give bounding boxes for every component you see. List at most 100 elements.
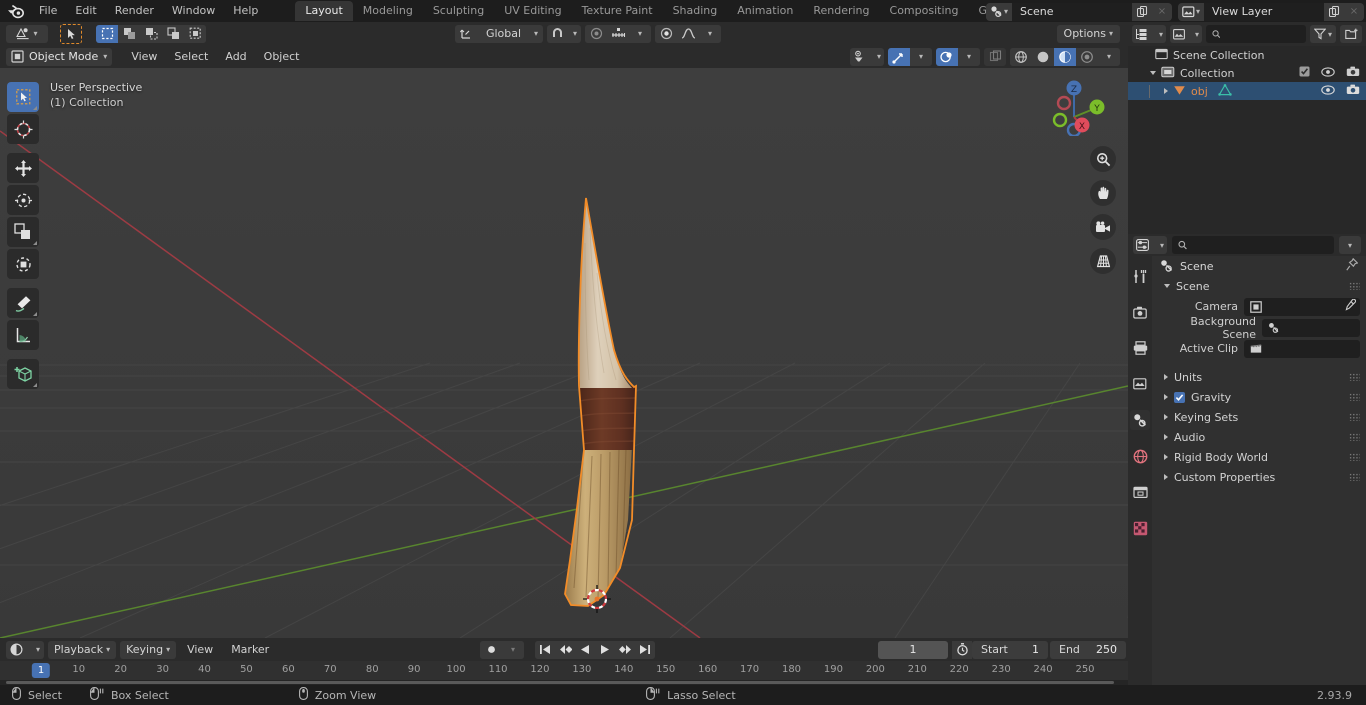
interaction-mode-dropdown[interactable]: Object Mode ▾ <box>6 47 113 66</box>
scene-selector[interactable]: ▾ Scene × <box>986 2 1172 21</box>
menu-file[interactable]: File <box>30 0 66 22</box>
collection-checkbox[interactable] <box>1299 66 1310 80</box>
gravity-checkbox[interactable] <box>1174 391 1185 403</box>
tab-layout[interactable]: Layout <box>295 1 353 21</box>
play-reverse-button[interactable] <box>575 640 595 659</box>
toggle-perspective-button[interactable] <box>1090 248 1116 274</box>
magnet-icon[interactable]: ▾ <box>547 24 581 43</box>
obj-camera-icon[interactable] <box>1346 84 1360 98</box>
transform-orientation-dropdown[interactable]: Global ▾ <box>455 24 543 43</box>
menu-edit[interactable]: Edit <box>66 0 105 22</box>
auto-keying-record-icon[interactable] <box>480 640 502 659</box>
id-type-icon[interactable]: ▾ <box>1170 25 1202 43</box>
collection-eye-icon[interactable] <box>1321 66 1335 80</box>
panel-grip-custom-properties[interactable] <box>1349 473 1360 481</box>
proportional-edit-icon[interactable] <box>585 24 607 43</box>
outliner-display-mode-icon[interactable]: ▾ <box>1132 25 1166 43</box>
add-cube-tool[interactable] <box>7 359 39 389</box>
unlink-scene-button[interactable]: × <box>1152 2 1172 21</box>
disclosure-triangle-obj[interactable] <box>1164 88 1168 94</box>
gizmo-dropdown-chevron[interactable]: ▾ <box>910 47 932 66</box>
properties-tab-texture[interactable] <box>1130 518 1150 538</box>
view-layer-selector[interactable]: ▾ View Layer × <box>1178 2 1364 21</box>
panel-grip-keying-sets[interactable] <box>1349 413 1360 421</box>
collection-camera-icon[interactable] <box>1346 66 1360 80</box>
select-invert-icon[interactable] <box>162 24 184 43</box>
properties-options-chevron[interactable]: ▾ <box>1339 236 1361 254</box>
jump-to-start-button[interactable] <box>535 640 555 659</box>
panel-grip-audio[interactable] <box>1349 433 1360 441</box>
tab-compositing[interactable]: Compositing <box>880 1 969 21</box>
panel-triangle-custom-properties[interactable] <box>1164 474 1168 480</box>
scene-name[interactable]: Scene <box>1012 2 1132 21</box>
new-collection-icon[interactable] <box>1340 25 1362 43</box>
overlays-icon[interactable] <box>936 47 958 66</box>
falloff-smooth-icon[interactable] <box>677 24 699 43</box>
menu-help[interactable]: Help <box>224 0 267 22</box>
select-subtract-icon[interactable] <box>140 24 162 43</box>
scene-icon[interactable]: ▾ <box>986 2 1012 21</box>
editor-type-3dview-icon[interactable]: ▾ <box>6 24 48 43</box>
falloff-dropdown-chevron[interactable]: ▾ <box>699 24 721 43</box>
tab-rendering[interactable]: Rendering <box>803 1 879 21</box>
panel-grip-gravity[interactable] <box>1349 393 1360 401</box>
auto-keying-dropdown-chevron[interactable]: ▾ <box>502 640 524 659</box>
new-scene-button[interactable] <box>1132 2 1152 21</box>
shading-rendered-icon[interactable] <box>1076 47 1098 66</box>
cursor-tool[interactable] <box>7 114 39 144</box>
properties-tab-tool[interactable] <box>1130 266 1150 286</box>
pivot-point-icon[interactable] <box>655 24 677 43</box>
properties-tab-scene[interactable] <box>1130 410 1150 430</box>
properties-tab-view-layer[interactable] <box>1130 374 1150 394</box>
viewport-menu-object[interactable]: Object <box>257 48 307 66</box>
disclosure-triangle-collection[interactable] <box>1150 71 1156 75</box>
navigation-gizmo[interactable]: Z Y X <box>1038 74 1108 136</box>
eyedropper-icon[interactable] <box>1344 298 1357 314</box>
properties-search-input[interactable] <box>1192 238 1328 252</box>
3d-viewport[interactable]: User Perspective (1) Collection Z Y X <box>0 68 1128 638</box>
panel-header-scene[interactable]: Scene <box>1152 276 1366 296</box>
select-extend-icon[interactable] <box>118 24 140 43</box>
properties-search-box[interactable] <box>1172 236 1334 254</box>
timeline-ruler[interactable]: 10 20 30 40 50 60 70 80 90 100 110 120 130 140 150 160 1… <box>0 661 1128 685</box>
outliner-row-obj[interactable]: obj <box>1128 82 1366 100</box>
mesh-data-icon[interactable] <box>1218 83 1232 99</box>
next-keyframe-button[interactable] <box>615 640 635 659</box>
tab-animation[interactable]: Animation <box>727 1 803 21</box>
outliner-search-input[interactable] <box>1225 27 1300 41</box>
select-intersect-icon[interactable] <box>184 24 206 43</box>
snap-dropdown-chevron[interactable]: ▾ <box>629 24 651 43</box>
tab-uv-editing[interactable]: UV Editing <box>494 1 571 21</box>
panel-grip-rigid-body-world[interactable] <box>1349 453 1360 461</box>
remove-view-layer-button[interactable]: × <box>1344 2 1364 21</box>
panel-triangle-scene[interactable] <box>1164 284 1170 288</box>
jump-to-end-button[interactable] <box>635 640 655 659</box>
panel-header-rigid-body-world[interactable]: Rigid Body World <box>1152 447 1366 467</box>
playhead[interactable]: 1 <box>31 663 51 678</box>
panel-header-audio[interactable]: Audio <box>1152 427 1366 447</box>
properties-tab-object[interactable] <box>1130 482 1150 502</box>
overlays-dropdown-chevron[interactable]: ▾ <box>958 47 980 66</box>
panel-triangle-units[interactable] <box>1164 374 1168 380</box>
tab-shading[interactable]: Shading <box>663 1 728 21</box>
field-camera[interactable] <box>1244 297 1360 316</box>
gizmo-icon[interactable] <box>888 47 910 66</box>
scale-tool[interactable] <box>7 217 39 247</box>
properties-tab-output[interactable] <box>1130 338 1150 358</box>
select-new-icon[interactable] <box>96 24 118 43</box>
panel-triangle-rigid-body-world[interactable] <box>1164 454 1168 460</box>
menu-render[interactable]: Render <box>106 0 163 22</box>
properties-tab-world[interactable] <box>1130 446 1150 466</box>
annotate-tool[interactable] <box>7 288 39 318</box>
timeline-scrollbar-thumb[interactable] <box>6 681 1114 684</box>
shading-solid-icon[interactable] <box>1032 47 1054 66</box>
current-frame-field[interactable]: 1 <box>878 640 948 659</box>
panel-triangle-audio[interactable] <box>1164 434 1168 440</box>
viewport-menu-view[interactable]: View <box>124 48 164 66</box>
funnel-filter-icon[interactable]: ▾ <box>1310 25 1336 43</box>
start-frame-field[interactable]: Start 1 <box>972 640 1048 659</box>
timeline-editor-icon[interactable]: ▾ <box>6 640 44 659</box>
panel-header-keying-sets[interactable]: Keying Sets <box>1152 407 1366 427</box>
menu-window[interactable]: Window <box>163 0 224 22</box>
shading-material-preview-icon[interactable] <box>1054 47 1076 66</box>
